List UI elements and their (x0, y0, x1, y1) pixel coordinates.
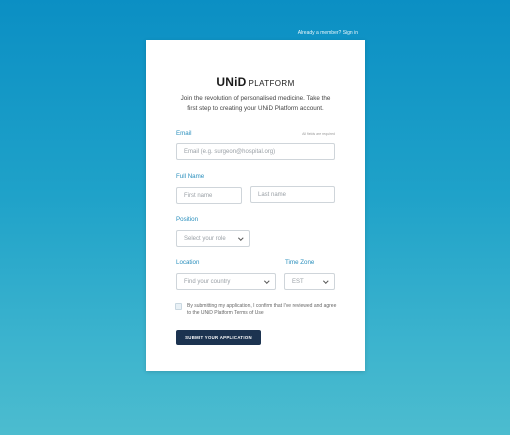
required-note: All fields are required (302, 132, 335, 136)
terms-checkbox[interactable] (175, 303, 182, 310)
position-value: Select your role (184, 235, 226, 242)
first-name-field[interactable]: First name (176, 187, 242, 204)
terms-text: By submitting my application, I confirm … (187, 303, 337, 316)
submit-application-button[interactable]: SUBMIT YOUR APPLICATION (176, 330, 261, 345)
intro-text: Join the revolution of personalised medi… (180, 95, 331, 112)
signup-card: UNiD PLATFORM Join the revolution of pers… (146, 40, 365, 371)
unid-logo: UNiD PLATFORM (146, 73, 365, 91)
sign-in-link[interactable]: Already a member? Sign in (298, 30, 358, 36)
position-label: Position (176, 216, 199, 223)
fullname-label: Full Name (176, 173, 205, 180)
chevron-down-icon (238, 236, 243, 241)
brand-name: UNiD (216, 75, 247, 89)
email-field[interactable]: Email (e.g. surgeon@hospital.org) (176, 143, 335, 160)
chevron-down-icon (264, 279, 269, 284)
location-select[interactable]: Find your country (176, 273, 276, 290)
position-select[interactable]: Select your role (176, 230, 250, 247)
location-label: Location (176, 259, 200, 266)
chevron-down-icon (323, 279, 328, 284)
email-label: Email (176, 130, 192, 137)
timezone-select[interactable]: EST (284, 273, 335, 290)
last-name-field[interactable]: Last name (250, 186, 335, 203)
brand-suffix: PLATFORM (248, 79, 295, 88)
location-value: Find your country (184, 278, 231, 285)
timezone-label: Time Zone (285, 259, 315, 266)
timezone-value: EST (292, 278, 304, 285)
